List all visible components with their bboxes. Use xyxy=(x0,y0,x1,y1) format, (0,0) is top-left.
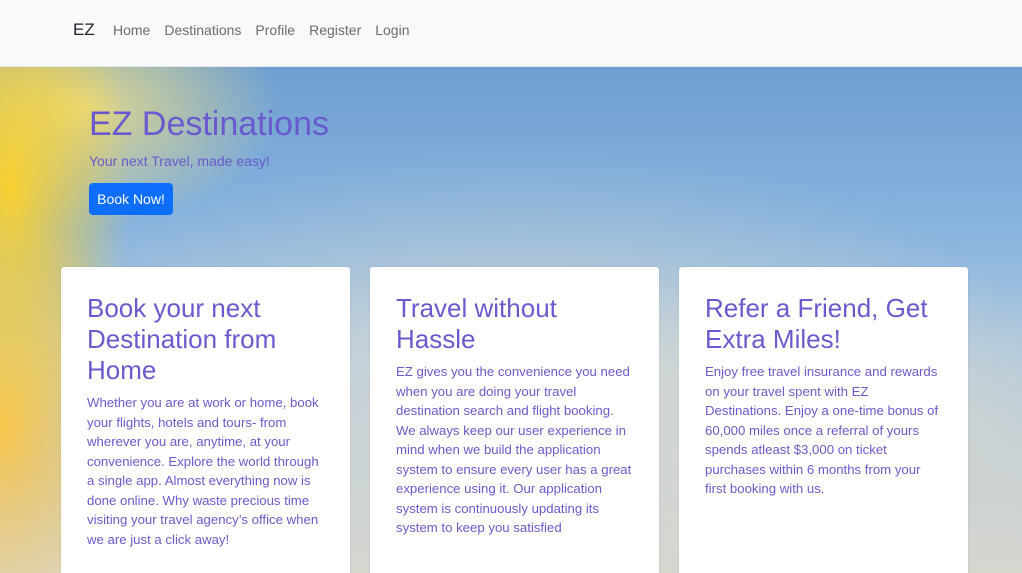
nav-link-profile[interactable]: Profile xyxy=(255,22,295,38)
book-now-button[interactable]: Book Now! xyxy=(89,183,173,215)
feature-card-book-from-home: Book your next Destination from Home Whe… xyxy=(61,267,350,573)
hero-banner: EZ Destinations Your next Travel, made e… xyxy=(0,67,1022,573)
top-navbar: EZ Home Destinations Profile Register Lo… xyxy=(0,0,1022,67)
card-title: Book your next Destination from Home xyxy=(87,293,277,385)
card-text: Whether you are at work or home, book yo… xyxy=(87,395,319,547)
brand-logo-link[interactable]: EZ xyxy=(73,20,95,40)
hero-subtitle: Your next Travel, made easy! xyxy=(89,153,270,169)
card-title: Travel without Hassle xyxy=(396,293,557,354)
nav-link-home[interactable]: Home xyxy=(113,22,150,38)
card-title: Refer a Friend, Get Extra Miles! xyxy=(705,293,928,354)
feature-card-travel-without-hassle: Travel without Hassle EZ gives you the c… xyxy=(370,267,659,573)
feature-card-refer-a-friend: Refer a Friend, Get Extra Miles! Enjoy f… xyxy=(679,267,968,573)
card-text: EZ gives you the convenience you need wh… xyxy=(396,364,632,535)
hero-title: EZ Destinations xyxy=(89,105,329,143)
nav-link-destinations[interactable]: Destinations xyxy=(164,22,241,38)
card-text: Enjoy free travel insurance and rewards … xyxy=(705,364,939,496)
nav-link-register[interactable]: Register xyxy=(309,22,361,38)
nav-links: Home Destinations Profile Register Login xyxy=(113,22,410,38)
nav-link-login[interactable]: Login xyxy=(375,22,409,38)
